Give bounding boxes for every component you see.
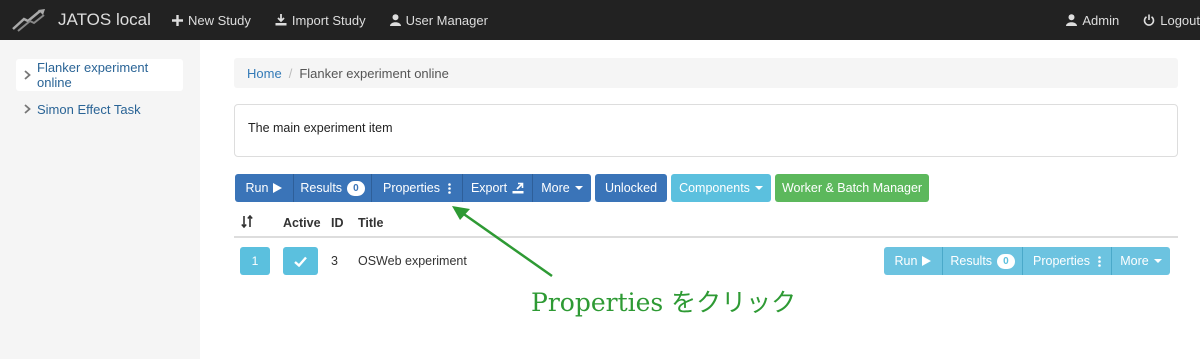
sidebar-item-label: Flanker experiment online [37, 60, 149, 90]
position-label: 1 [251, 254, 259, 268]
nav-new-study[interactable]: New Study [160, 0, 263, 40]
properties-label: Properties [383, 181, 440, 195]
export-button[interactable]: Export [462, 174, 532, 202]
header-active: Active [283, 216, 321, 230]
sidebar-item-simon[interactable]: Simon Effect Task [16, 93, 183, 125]
component-id: 3 [331, 254, 338, 268]
breadcrumb: Home / Flanker experiment online [234, 58, 1178, 88]
header-id: ID [331, 216, 344, 230]
worker-batch-manager-button[interactable]: Worker & Batch Manager [775, 174, 929, 202]
chevron-right-icon [24, 70, 31, 80]
run-label: Run [245, 181, 269, 195]
play-icon [273, 183, 283, 193]
study-description: The main experiment item [248, 121, 393, 135]
annotation-arrow [452, 206, 553, 278]
brand[interactable]: JATOS local [0, 0, 160, 40]
position-button[interactable]: 1 [240, 247, 270, 275]
more-dropdown-button[interactable]: More [532, 174, 591, 202]
component-run-button[interactable]: Run [884, 247, 942, 275]
caret-down-icon [574, 186, 583, 190]
nav-new-study-label: New Study [188, 12, 251, 28]
vertical-dots-icon [448, 182, 451, 194]
components-dropdown-button[interactable]: Components [671, 174, 771, 202]
component-results-label: Results [950, 254, 993, 268]
component-properties-label: Properties [1033, 254, 1090, 268]
component-results-count-badge: 0 [997, 253, 1015, 269]
user-icon [1066, 14, 1078, 26]
nav-import-study[interactable]: Import Study [263, 0, 378, 40]
caret-down-icon [754, 186, 763, 190]
nav-logout[interactable]: Logout [1131, 0, 1200, 40]
study-toolbar: Run Results 0 Properties Export More Unl… [235, 174, 929, 202]
nav-logout-label: Logout [1160, 12, 1200, 28]
plus-icon [172, 14, 183, 26]
component-properties-button[interactable]: Properties [1022, 247, 1111, 275]
unlocked-label: Unlocked [604, 181, 658, 195]
results-label: Results [300, 181, 343, 195]
components-label: Components [679, 181, 750, 195]
top-navbar: JATOS local New Study Import Study User … [0, 0, 1200, 40]
run-button[interactable]: Run [235, 174, 293, 202]
breadcrumb-current: Flanker experiment online [299, 65, 449, 81]
power-icon [1143, 14, 1155, 26]
nav-import-study-label: Import Study [291, 12, 366, 28]
component-run-label: Run [894, 254, 918, 268]
table-row: 1 3 OSWeb experiment Run Results 0 Prope… [234, 240, 1178, 284]
sidebar-item-label: Simon Effect Task [37, 101, 141, 117]
caret-down-icon [1153, 259, 1162, 263]
vertical-dots-icon [1098, 255, 1101, 267]
study-actions-group: Run Results 0 Properties Export More [235, 174, 591, 202]
properties-button[interactable]: Properties [371, 174, 462, 202]
brand-title: JATOS local [58, 10, 151, 29]
active-toggle[interactable] [283, 247, 318, 275]
results-count-badge: 0 [347, 180, 365, 196]
jatos-logo-icon [12, 9, 45, 32]
annotation-text: Properties をクリック [531, 288, 797, 317]
chevron-right-icon [24, 104, 31, 114]
sidebar: Flanker experiment online Simon Effect T… [0, 40, 200, 359]
import-icon [275, 14, 287, 26]
component-more-dropdown-button[interactable]: More [1111, 247, 1170, 275]
play-icon [922, 256, 932, 266]
breadcrumb-separator: / [288, 65, 293, 81]
header-title: Title [358, 216, 384, 230]
export-icon [512, 182, 524, 194]
unlocked-button[interactable]: Unlocked [595, 174, 667, 202]
export-label: Export [470, 181, 508, 195]
results-button[interactable]: Results 0 [293, 174, 371, 202]
breadcrumb-home-link[interactable]: Home [247, 66, 282, 81]
study-description-panel: The main experiment item [234, 104, 1178, 157]
nav-user-manager-label: User Manager [405, 12, 488, 28]
nav-admin[interactable]: Admin [1054, 0, 1131, 40]
nav-user-manager[interactable]: User Manager [378, 0, 500, 40]
component-results-button[interactable]: Results 0 [942, 247, 1022, 275]
nav-admin-label: Admin [1082, 12, 1120, 28]
user-icon [389, 14, 401, 26]
sort-icon[interactable] [241, 214, 253, 231]
more-label: More [541, 181, 570, 195]
component-more-label: More [1120, 254, 1149, 268]
checkmark-icon [294, 256, 307, 267]
component-actions-group: Run Results 0 Properties More [884, 247, 1170, 275]
sidebar-item-flanker[interactable]: Flanker experiment online [16, 59, 183, 91]
worker-batch-label: Worker & Batch Manager [781, 181, 923, 195]
components-table-header: Active ID Title [234, 208, 1178, 238]
